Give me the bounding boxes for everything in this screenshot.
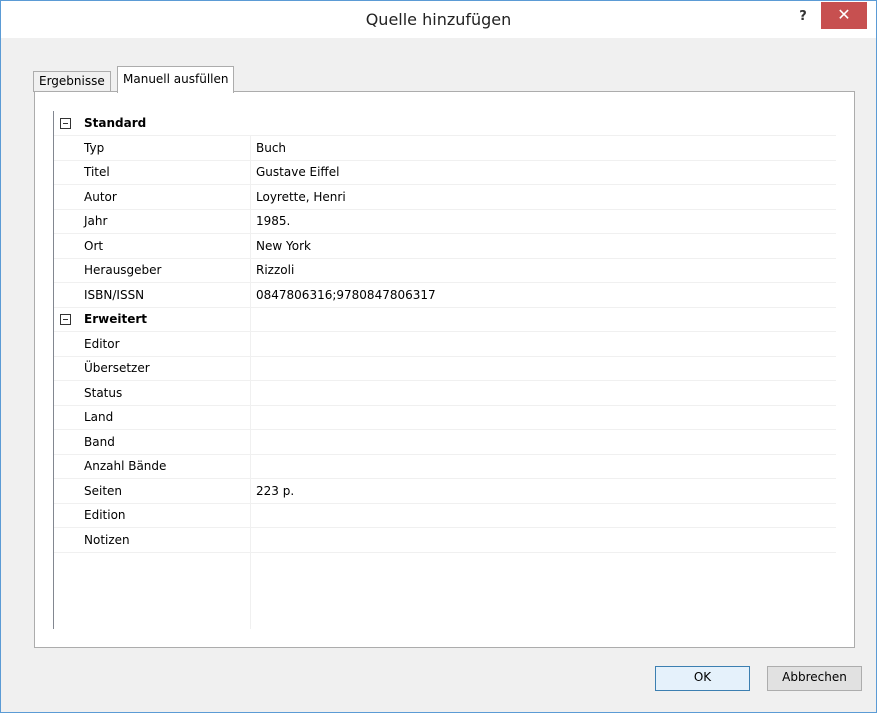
property-name: Übersetzer bbox=[84, 361, 150, 375]
collapse-icon[interactable] bbox=[60, 314, 71, 325]
collapse-icon[interactable] bbox=[60, 118, 71, 129]
property-row[interactable]: Übersetzer bbox=[54, 356, 836, 381]
property-row[interactable]: Land bbox=[54, 405, 836, 430]
close-button[interactable]: ✕ bbox=[821, 2, 867, 29]
property-row[interactable]: Edition bbox=[54, 503, 836, 528]
category-label: Standard bbox=[84, 116, 147, 130]
property-value[interactable]: 223 p. bbox=[256, 484, 294, 498]
property-value[interactable]: Loyrette, Henri bbox=[256, 190, 346, 204]
property-name: Editor bbox=[84, 337, 120, 351]
tab-ergebnisse[interactable]: Ergebnisse bbox=[33, 71, 111, 92]
property-name: Anzahl Bände bbox=[84, 459, 167, 473]
property-row[interactable]: Herausgeber Rizzoli bbox=[54, 258, 836, 283]
property-row[interactable]: Seiten 223 p. bbox=[54, 479, 836, 504]
property-row[interactable]: Band bbox=[54, 430, 836, 455]
property-value[interactable]: New York bbox=[256, 239, 311, 253]
help-button[interactable]: ? bbox=[790, 8, 816, 30]
category-row[interactable]: Erweitert bbox=[54, 307, 836, 332]
property-row[interactable]: Titel Gustave Eiffel bbox=[54, 160, 836, 185]
property-name: Typ bbox=[84, 141, 105, 155]
tab-panel: Standard Typ Buch Titel Gustave Eiffel Autor L… bbox=[34, 91, 855, 648]
property-name: Band bbox=[84, 435, 115, 449]
property-row[interactable]: Autor Loyrette, Henri bbox=[54, 185, 836, 210]
dialog-window: Quelle hinzufügen ? ✕ Ergebnisse Manuell… bbox=[0, 0, 877, 713]
property-name: Jahr bbox=[84, 214, 108, 228]
property-value[interactable]: Gustave Eiffel bbox=[256, 165, 339, 179]
property-name: Land bbox=[84, 410, 114, 424]
property-value[interactable]: Buch bbox=[256, 141, 286, 155]
cancel-button[interactable]: Abbrechen bbox=[767, 666, 862, 691]
property-row[interactable]: Jahr 1985. bbox=[54, 209, 836, 234]
title-bar: Quelle hinzufügen ? ✕ bbox=[1, 1, 876, 38]
property-name: Ort bbox=[84, 239, 104, 253]
dialog-title: Quelle hinzufügen bbox=[365, 10, 512, 29]
property-row[interactable]: Editor bbox=[54, 332, 836, 357]
property-grid[interactable]: Standard Typ Buch Titel Gustave Eiffel Autor L… bbox=[53, 111, 836, 629]
property-value[interactable]: 0847806316;9780847806317 bbox=[256, 288, 436, 302]
property-row[interactable]: Notizen bbox=[54, 528, 836, 553]
property-name: Titel bbox=[84, 165, 110, 179]
property-row[interactable]: Status bbox=[54, 381, 836, 406]
ok-button[interactable]: OK bbox=[655, 666, 750, 691]
property-value[interactable]: Rizzoli bbox=[256, 263, 294, 277]
property-name: Notizen bbox=[84, 533, 130, 547]
property-name: Herausgeber bbox=[84, 263, 162, 277]
property-name: Status bbox=[84, 386, 123, 400]
category-row[interactable]: Standard bbox=[54, 111, 836, 136]
property-row[interactable]: Ort New York bbox=[54, 234, 836, 259]
property-row[interactable]: Anzahl Bände bbox=[54, 454, 836, 479]
close-icon: ✕ bbox=[837, 5, 851, 24]
tab-manuell-ausfuellen[interactable]: Manuell ausfüllen bbox=[117, 66, 235, 93]
category-label: Erweitert bbox=[84, 312, 147, 326]
property-name: Edition bbox=[84, 508, 126, 522]
property-value[interactable]: 1985. bbox=[256, 214, 290, 228]
property-row[interactable]: ISBN/ISSN 0847806316;9780847806317 bbox=[54, 283, 836, 308]
property-row[interactable]: Typ Buch bbox=[54, 136, 836, 161]
property-name: Seiten bbox=[84, 484, 123, 498]
property-name: ISBN/ISSN bbox=[84, 288, 145, 302]
property-name: Autor bbox=[84, 190, 117, 204]
